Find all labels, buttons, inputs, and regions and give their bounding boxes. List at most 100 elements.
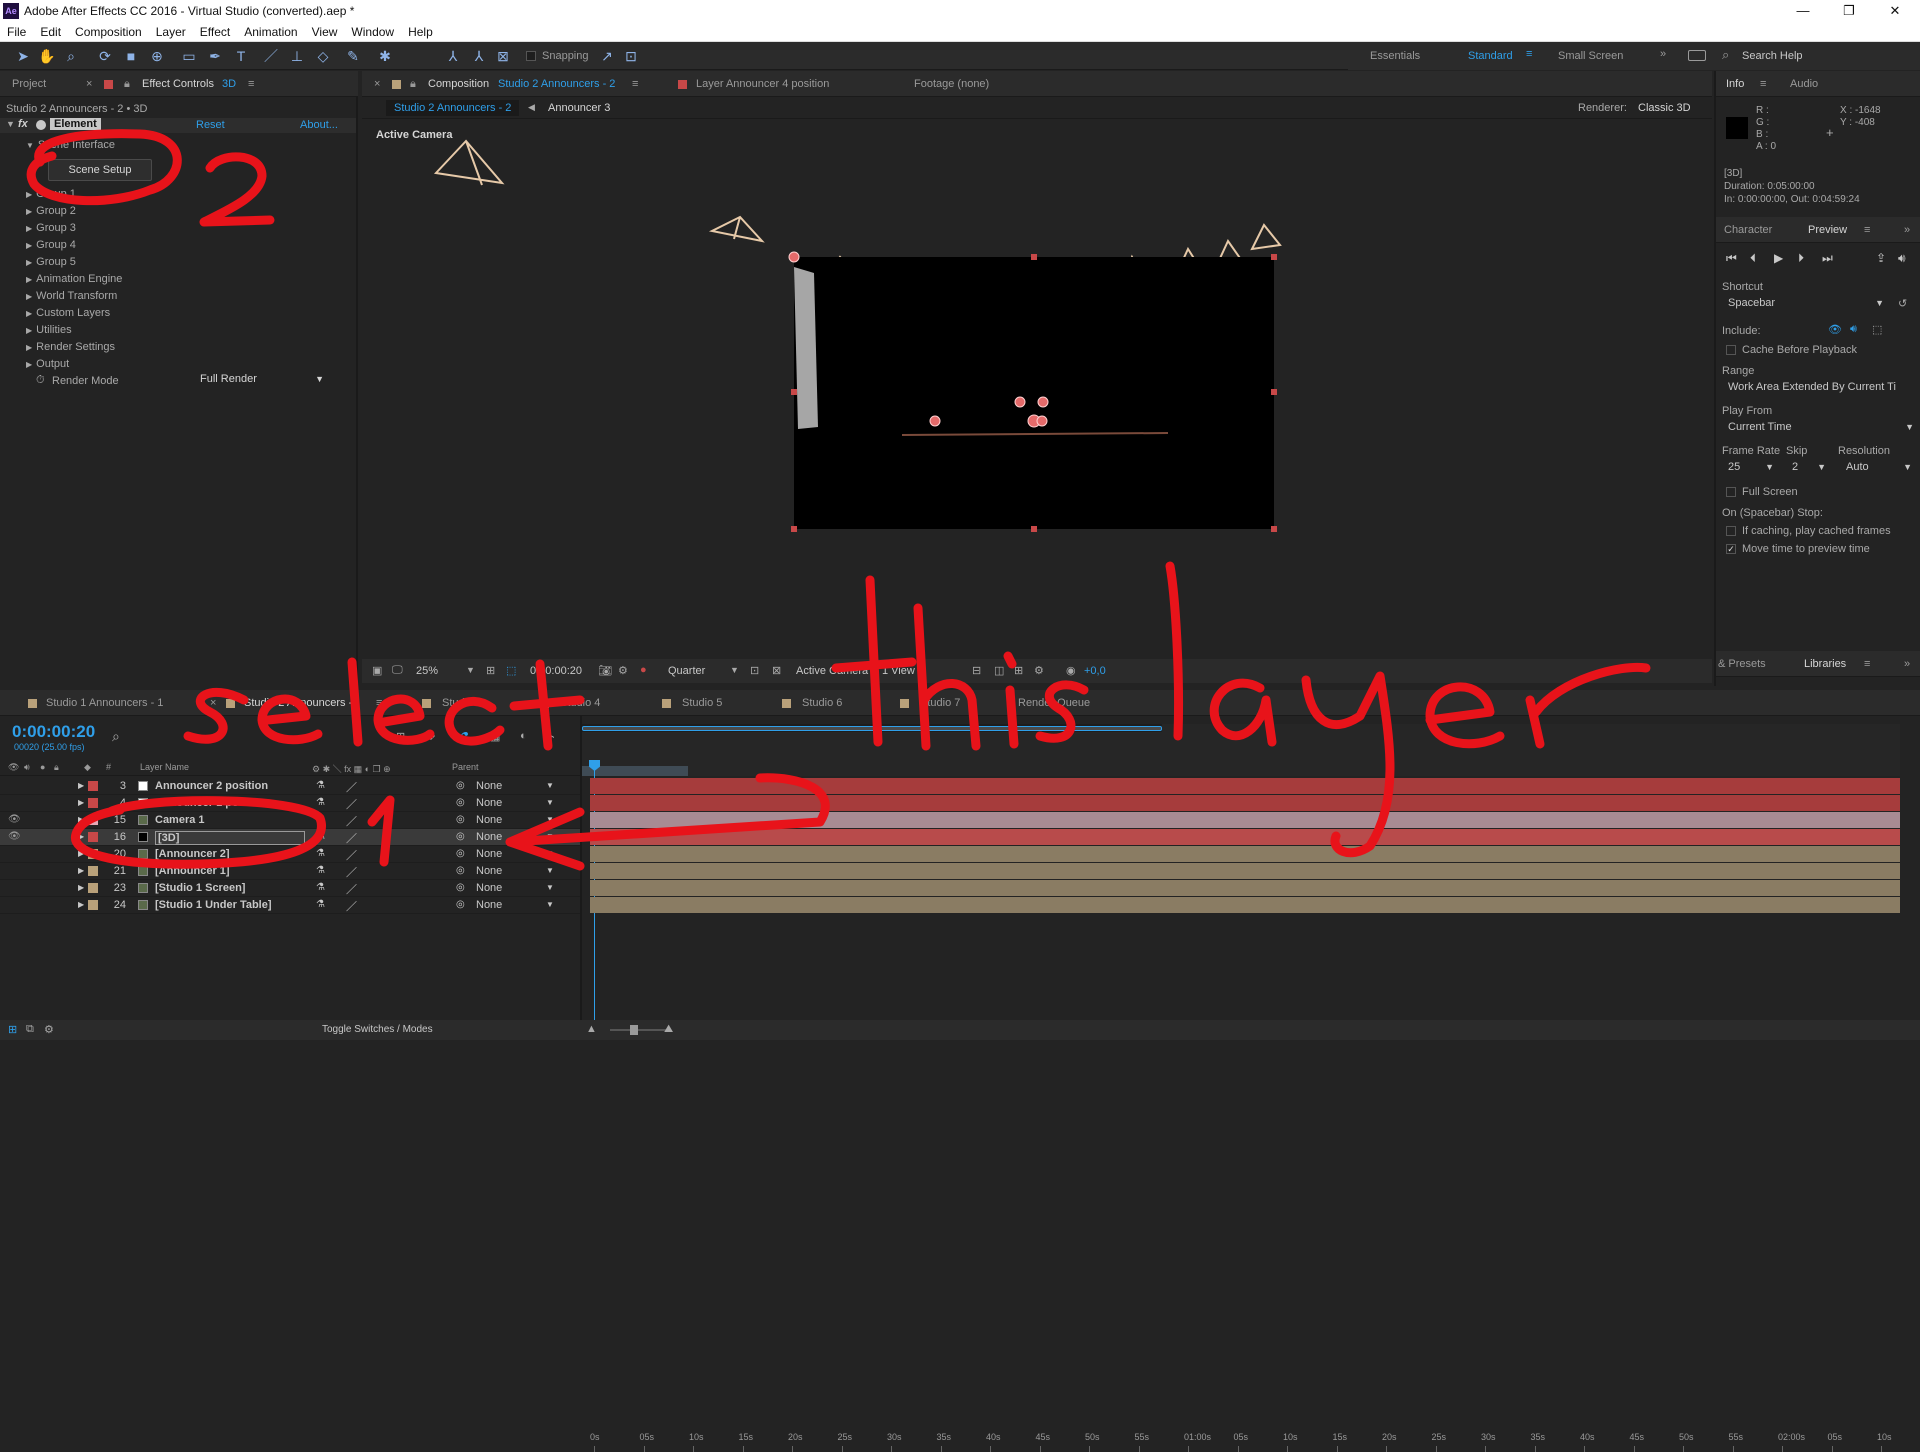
type-tool-icon[interactable]: T [232, 47, 250, 65]
workspace-standard[interactable]: Standard [1468, 50, 1513, 62]
graph-editor-icon[interactable]: ⌁ [548, 730, 555, 743]
layer-name[interactable]: [Announcer 1] [155, 865, 230, 877]
expand-triangle-icon[interactable]: ▶ [26, 258, 32, 267]
fit-icon[interactable]: ⊞ [486, 664, 495, 677]
previous-frame-icon[interactable]: ⏴ [1750, 251, 1756, 266]
pick-whip-icon[interactable]: ◎ [456, 814, 465, 825]
pan-behind-tool-icon[interactable]: ⊕ [148, 47, 166, 65]
layer-duration-bar[interactable] [590, 880, 1900, 896]
first-frame-icon[interactable]: ⏮ [1726, 251, 1737, 266]
layer-name[interactable]: [Studio 1 Under Table] [155, 899, 272, 911]
layer-label-color[interactable] [88, 781, 98, 791]
pen-tool-icon[interactable]: ✒ [206, 47, 224, 65]
chevron-down-icon[interactable]: ▼ [546, 815, 554, 824]
effect-name[interactable]: Element [50, 118, 101, 130]
expand-layer-triangle-icon[interactable]: ▶ [78, 900, 84, 909]
animation-engine-group[interactable]: ▶ Animation Engine [26, 273, 122, 285]
panel-menu-icon[interactable]: ≡ [632, 78, 638, 90]
resolution-dropdown[interactable]: Auto ▼ [1842, 461, 1916, 477]
camera-tool-icon[interactable]: ■ [122, 47, 140, 65]
brush-tool-icon[interactable]: ／ [262, 47, 280, 65]
tab-audio[interactable]: Audio [1790, 78, 1818, 90]
expand-triangle-icon[interactable]: ▶ [26, 326, 32, 335]
expand-triangle-icon[interactable]: ▶ [26, 241, 32, 250]
menu-composition[interactable]: Composition [68, 22, 149, 39]
tab-effect-controls-layer[interactable]: 3D [222, 78, 236, 90]
current-timecode[interactable]: 0:00:00:20 [530, 665, 582, 677]
workspace-small-screen[interactable]: Small Screen [1558, 50, 1623, 62]
puppet-tool-icon[interactable]: ✱ [376, 47, 394, 65]
quality-switch-icon[interactable]: ／ [346, 779, 357, 795]
quality-switch-icon[interactable]: ／ [346, 796, 357, 812]
tab-preview[interactable]: Preview [1808, 224, 1847, 236]
tab-info[interactable]: Info [1726, 78, 1744, 90]
parent-dropdown[interactable]: None [476, 780, 502, 792]
close-tab-icon[interactable]: × [210, 697, 216, 709]
tab-studio-4[interactable]: Studio 4 [560, 697, 600, 709]
quality-switch-icon[interactable]: ／ [346, 830, 357, 846]
menu-effect[interactable]: Effect [193, 22, 237, 39]
include-overlays-icon[interactable]: ⬚ [1872, 323, 1882, 336]
panel-menu-icon[interactable]: ≡ [248, 78, 254, 90]
zoom-tool-icon[interactable]: ⌕ [62, 47, 80, 65]
layer-name[interactable]: Announcer 2 position [155, 780, 268, 792]
menu-file[interactable]: File [0, 22, 33, 39]
stopwatch-icon[interactable]: ⏱ [36, 374, 45, 387]
layer-duration-bar[interactable] [590, 846, 1900, 862]
layer-name[interactable]: [Studio 1 Screen] [155, 882, 245, 894]
menu-window[interactable]: Window [344, 22, 401, 39]
close-tab-icon[interactable]: × [86, 78, 92, 90]
composition-viewer[interactable] [362, 119, 1712, 659]
subtab-active-comp[interactable]: Studio 2 Announcers - 2 [386, 100, 520, 116]
expand-layer-switches-icon[interactable]: ⊞ [8, 1023, 17, 1036]
custom-layers-group[interactable]: ▶ Custom Layers [26, 307, 110, 319]
play-from-dropdown[interactable]: Current Time ▼ [1722, 421, 1918, 437]
timeline-timecode[interactable]: 0:00:00:20 [12, 722, 95, 742]
time-ruler[interactable] [582, 724, 1900, 776]
layer-row[interactable]: ▶ 21 [Announcer 1] ⚗ ／ ◎ None ▼ [0, 863, 580, 880]
loop-icon[interactable]: ⇪ [1876, 251, 1886, 265]
reset-exposure-icon[interactable]: ◉ [1066, 664, 1076, 677]
zoom-slider-track[interactable] [610, 1029, 670, 1031]
pick-whip-icon[interactable]: ◎ [456, 780, 465, 791]
tab-layer[interactable]: Layer Announcer 4 position [696, 78, 829, 90]
pick-whip-icon[interactable]: ◎ [456, 882, 465, 893]
shortcut-dropdown[interactable]: Spacebar ▼ [1722, 297, 1888, 313]
move-time-checkbox[interactable]: ✓ [1726, 544, 1736, 554]
expand-layer-triangle-icon[interactable]: ▶ [78, 781, 84, 790]
expand-layer-triangle-icon[interactable]: ▶ [78, 866, 84, 875]
menu-animation[interactable]: Animation [237, 22, 304, 39]
collapse-triangle-icon[interactable]: ▼ [26, 141, 34, 150]
shy-switch-icon[interactable]: ⚗ [316, 899, 325, 910]
hand-tool-icon[interactable]: ✋ [38, 47, 56, 65]
search-layers-icon[interactable]: ⌕ [112, 728, 120, 745]
channels-icon[interactable]: ● [640, 664, 647, 676]
expand-transfer-controls-icon[interactable]: ⧉ [26, 1023, 34, 1036]
tab-studio-2[interactable]: Studio 2 Announcers - [244, 697, 352, 709]
menu-view[interactable]: View [305, 22, 345, 39]
more-tabs-icon[interactable]: » [1904, 224, 1910, 236]
zoom-slider-handle[interactable] [630, 1025, 638, 1035]
tab-libraries[interactable]: Libraries [1804, 658, 1846, 670]
skip-dropdown[interactable]: 2 ▼ [1788, 461, 1828, 477]
exposure-value[interactable]: +0,0 [1084, 665, 1106, 677]
region-icon[interactable]: ⬚ [506, 664, 516, 677]
quality-switch-icon[interactable]: ／ [346, 881, 357, 897]
close-button[interactable]: ✕ [1872, 0, 1918, 22]
visibility-eye-icon[interactable]: 👁︎ [8, 831, 21, 842]
layer-row[interactable]: ▶ 3 Announcer 2 position ⚗ ／ ◎ None ▼ [0, 778, 580, 795]
if-caching-checkbox[interactable] [1726, 526, 1736, 536]
parent-dropdown[interactable]: None [476, 899, 502, 911]
layer-label-color[interactable] [88, 900, 98, 910]
eraser-tool-icon[interactable]: ◇ [314, 47, 332, 65]
local-axis-icon[interactable]: ⅄ [444, 47, 462, 65]
expand-time-stretch-icon[interactable]: ⚙ [44, 1023, 54, 1036]
search-help-input[interactable]: Search Help [1742, 50, 1803, 62]
always-preview-icon[interactable]: ▣ [372, 664, 382, 677]
chevron-down-icon[interactable]: ▼ [546, 832, 554, 841]
shy-switch-icon[interactable]: ⚗ [316, 865, 325, 876]
layer-label-color[interactable] [88, 815, 98, 825]
lock-icon[interactable]: 🔒︎ [124, 78, 130, 91]
tab-project[interactable]: Project [12, 78, 46, 90]
view-layout-dropdown[interactable]: 1 View [882, 665, 915, 677]
